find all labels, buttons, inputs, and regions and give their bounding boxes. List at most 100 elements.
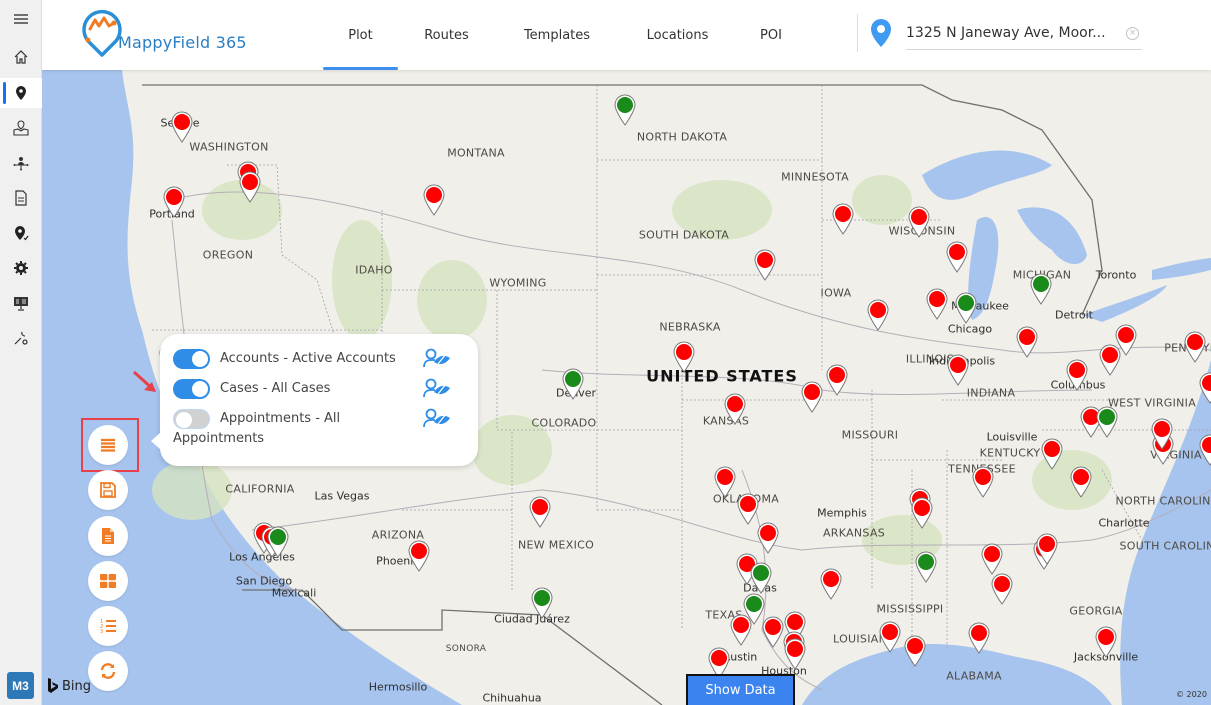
- account-marker[interactable]: [714, 466, 736, 498]
- case-marker[interactable]: [562, 368, 584, 400]
- tab-templates-label: Templates: [523, 27, 591, 43]
- cases-layer-visibility-icon[interactable]: [422, 378, 452, 400]
- accounts-layer-visibility-icon[interactable]: [422, 348, 452, 370]
- sidebar-item-map-area[interactable]: [0, 113, 42, 143]
- account-marker[interactable]: [926, 288, 948, 320]
- account-marker[interactable]: [730, 614, 752, 646]
- account-marker[interactable]: [904, 635, 926, 667]
- account-marker[interactable]: [423, 184, 445, 216]
- account-marker[interactable]: [754, 249, 776, 281]
- case-marker[interactable]: [750, 562, 772, 594]
- clear-address-icon[interactable]: ×: [1126, 27, 1139, 40]
- appointments-layer-visibility-icon[interactable]: [422, 408, 452, 430]
- account-marker[interactable]: [1199, 434, 1211, 466]
- case-marker[interactable]: [915, 551, 937, 583]
- home-icon: [14, 50, 28, 64]
- location-pin-icon: [871, 19, 891, 47]
- tab-locations-label: Locations: [646, 27, 709, 43]
- case-marker[interactable]: [614, 94, 636, 126]
- sidebar-item-check-in[interactable]: [0, 218, 42, 248]
- case-marker[interactable]: [955, 292, 977, 324]
- account-marker[interactable]: [757, 522, 779, 554]
- map-pin-icon: [16, 86, 26, 100]
- bing-icon: [48, 678, 58, 693]
- account-marker[interactable]: [968, 622, 990, 654]
- account-marker[interactable]: [784, 638, 806, 670]
- account-marker[interactable]: [737, 493, 759, 525]
- tab-plot[interactable]: Plot: [323, 0, 398, 70]
- case-marker[interactable]: [1030, 273, 1052, 305]
- top-header: MappyField 365 Plot Routes Templates Loc…: [42, 0, 1211, 70]
- account-marker[interactable]: [832, 203, 854, 235]
- account-marker[interactable]: [981, 543, 1003, 575]
- account-marker[interactable]: [163, 186, 185, 218]
- account-marker[interactable]: [1016, 326, 1038, 358]
- sidebar-item-territory[interactable]: [0, 148, 42, 178]
- address-search-input[interactable]: 1325 N Janeway Ave, Moor...: [906, 20, 1142, 50]
- show-data-button[interactable]: Show Data: [686, 674, 795, 705]
- tab-locations[interactable]: Locations: [630, 0, 725, 70]
- case-marker[interactable]: [1096, 406, 1118, 438]
- account-marker[interactable]: [947, 354, 969, 386]
- account-marker[interactable]: [1184, 331, 1206, 363]
- refresh-button[interactable]: [88, 651, 128, 691]
- account-marker[interactable]: [1041, 438, 1063, 470]
- tab-routes[interactable]: Routes: [409, 0, 484, 70]
- account-marker[interactable]: [1036, 533, 1058, 565]
- wrench-gear-icon: [14, 331, 28, 345]
- account-marker[interactable]: [1095, 626, 1117, 658]
- account-marker[interactable]: [1115, 324, 1137, 356]
- save-button[interactable]: [88, 470, 128, 510]
- account-marker[interactable]: [801, 381, 823, 413]
- account-marker[interactable]: [1066, 359, 1088, 391]
- pin-check-icon: [15, 226, 29, 241]
- sidebar-item-home[interactable]: [0, 42, 42, 72]
- divider: [857, 14, 858, 52]
- account-marker[interactable]: [991, 573, 1013, 605]
- sidebar-item-document[interactable]: [0, 183, 42, 213]
- cases-layer-toggle[interactable]: [173, 379, 210, 399]
- sidebar-item-presentation[interactable]: [0, 288, 42, 318]
- hamburger-icon: [14, 14, 28, 24]
- grid-button[interactable]: [88, 561, 128, 601]
- numbered-list-button[interactable]: 123: [88, 606, 128, 646]
- account-marker[interactable]: [408, 540, 430, 572]
- file-button[interactable]: [88, 516, 128, 556]
- account-marker[interactable]: [1070, 466, 1092, 498]
- sidebar-item-plot[interactable]: [0, 78, 42, 108]
- app-root: M3 MappyField 365 Plot Routes Templates …: [0, 0, 1211, 705]
- account-marker[interactable]: [908, 206, 930, 238]
- account-marker[interactable]: [1151, 418, 1173, 450]
- account-marker[interactable]: [724, 393, 746, 425]
- account-marker[interactable]: [1199, 372, 1211, 404]
- account-marker[interactable]: [171, 111, 193, 143]
- refresh-icon: [100, 663, 116, 679]
- annotation-arrow-icon: [132, 370, 156, 392]
- account-marker[interactable]: [826, 364, 848, 396]
- case-marker[interactable]: [267, 526, 289, 558]
- account-marker[interactable]: [820, 568, 842, 600]
- account-marker[interactable]: [911, 497, 933, 529]
- account-marker[interactable]: [972, 466, 994, 498]
- accounts-layer-toggle[interactable]: [173, 349, 210, 369]
- sidebar-item-settings[interactable]: [0, 253, 42, 283]
- account-marker[interactable]: [879, 621, 901, 653]
- cases-layer-label: Cases - All Cases: [220, 381, 331, 396]
- tab-poi[interactable]: POI: [745, 0, 797, 70]
- layers-button[interactable]: [88, 425, 128, 465]
- account-marker[interactable]: [867, 299, 889, 331]
- user-avatar[interactable]: M3: [7, 672, 34, 699]
- account-marker[interactable]: [239, 171, 261, 203]
- tab-templates[interactable]: Templates: [504, 0, 610, 70]
- layers-popup: Accounts - Active Accounts Cases - All C…: [151, 334, 478, 466]
- account-marker[interactable]: [673, 341, 695, 373]
- appointments-layer-toggle[interactable]: [173, 409, 210, 429]
- document-icon: [15, 190, 27, 206]
- sidebar-item-menu[interactable]: [0, 4, 42, 34]
- account-marker[interactable]: [762, 616, 784, 648]
- case-marker[interactable]: [531, 587, 553, 619]
- account-marker[interactable]: [529, 496, 551, 528]
- grid-icon: [100, 574, 116, 588]
- sidebar-item-tools[interactable]: [0, 323, 42, 353]
- account-marker[interactable]: [946, 241, 968, 273]
